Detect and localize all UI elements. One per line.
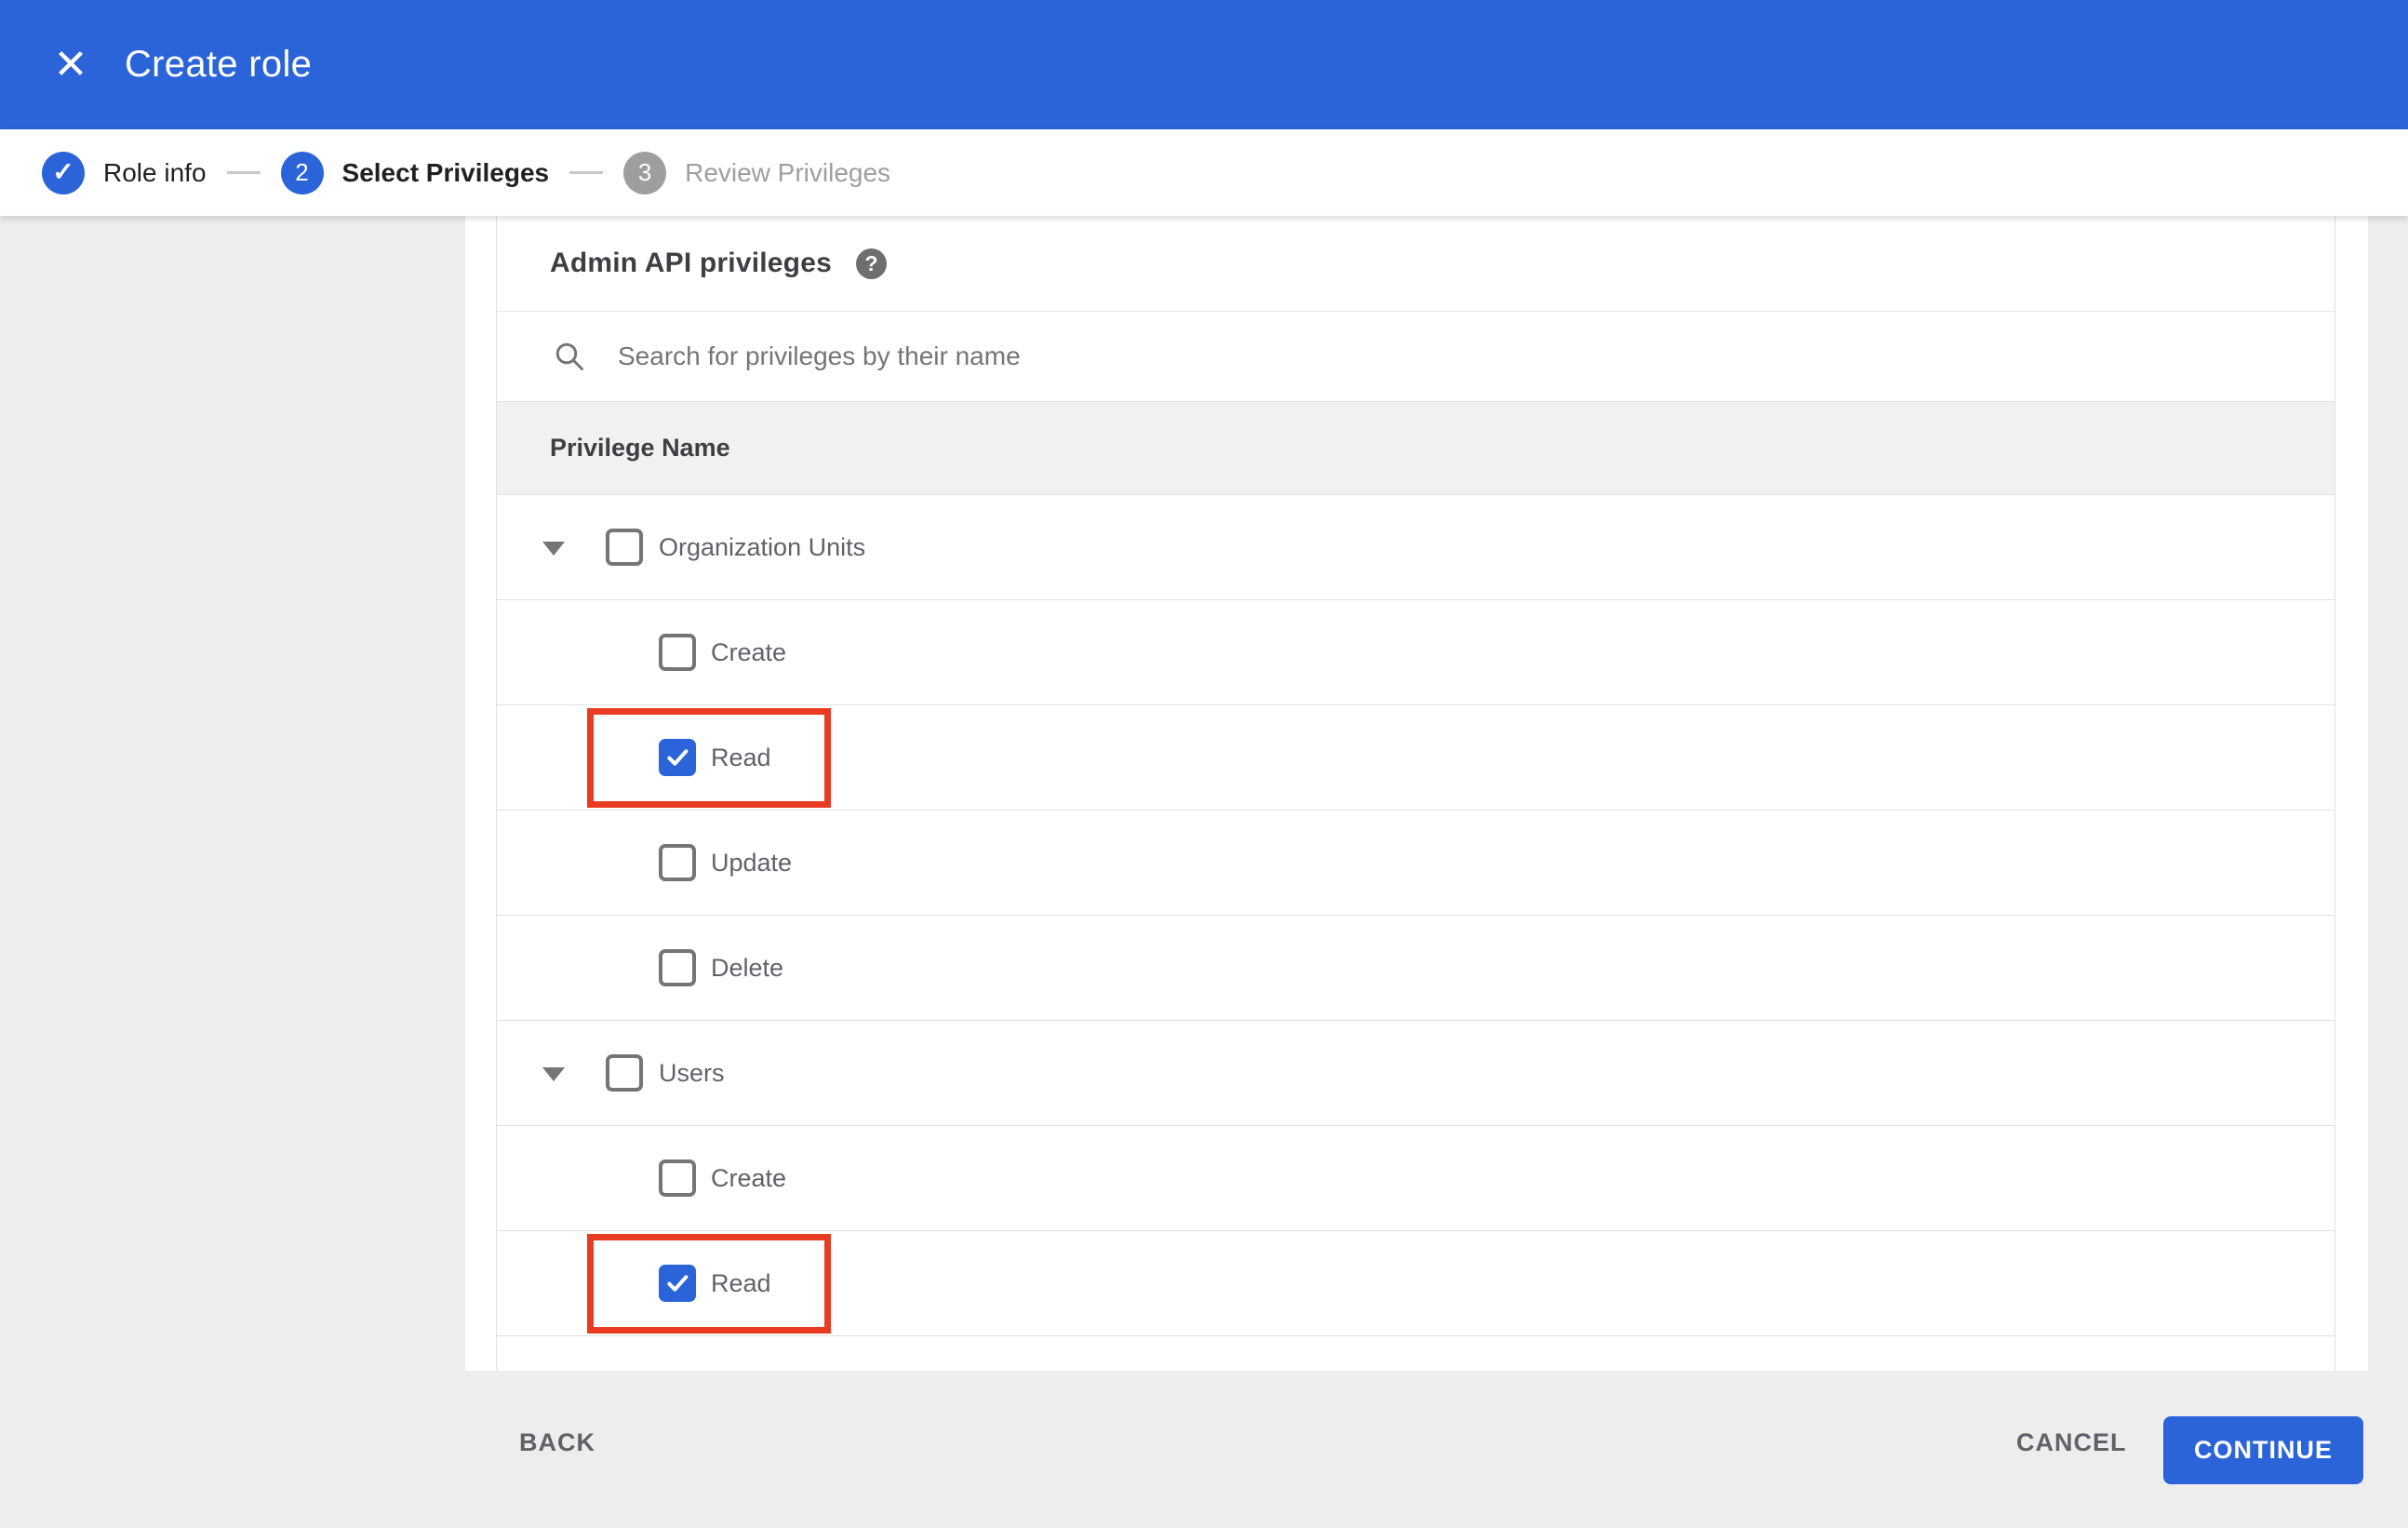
privileges-panel: Admin API privileges ? Privilege Name Or… <box>496 216 2335 1371</box>
privilege-row: Organization Units <box>497 495 2334 600</box>
privilege-checkbox[interactable] <box>659 1159 696 1197</box>
privilege-label: Read <box>711 1269 771 1297</box>
step-label: Role info <box>103 157 207 187</box>
privilege-checkbox[interactable] <box>659 1265 696 1302</box>
privilege-row: Read <box>497 1231 2334 1336</box>
expand-arrow-icon[interactable] <box>542 1067 565 1081</box>
privilege-label: Create <box>711 638 787 666</box>
privilege-checkbox[interactable] <box>659 634 696 671</box>
column-header-privilege-name: Privilege Name <box>550 434 730 462</box>
panel-heading: Admin API privileges <box>550 248 832 278</box>
highlight-box <box>587 708 831 808</box>
privilege-row: Delete <box>497 916 2334 1021</box>
checkmark-icon <box>667 1275 689 1292</box>
privilege-label: Read <box>711 744 771 771</box>
privilege-label: Delete <box>711 954 784 982</box>
help-glyph: ? <box>864 250 878 275</box>
step-review-privileges[interactable]: 3 Review Privileges <box>623 151 891 194</box>
privilege-row: Create <box>497 1126 2334 1231</box>
checkmark-icon <box>667 749 689 766</box>
continue-button[interactable]: CONTINUE <box>2163 1416 2363 1484</box>
privilege-label: Organization Units <box>659 533 866 561</box>
back-button[interactable]: BACK <box>519 1428 595 1457</box>
step-label: Review Privileges <box>685 157 891 187</box>
panel-heading-row: Admin API privileges ? <box>497 216 2334 312</box>
privilege-row: Users <box>497 1021 2334 1126</box>
step-number: 2 <box>295 158 309 186</box>
privilege-rows: Organization Units Create Read Update De… <box>497 495 2334 1336</box>
dialog-title: Create role <box>125 44 313 85</box>
expand-arrow-icon[interactable] <box>542 542 565 556</box>
footer-bar: BACK CANCEL CONTINUE <box>0 1371 2408 1528</box>
privilege-search-row <box>497 312 2334 402</box>
highlight-box <box>587 1234 831 1334</box>
step-connector <box>226 171 261 174</box>
dialog-titlebar: ✕ Create role <box>0 0 2408 129</box>
step-connector <box>569 171 604 174</box>
check-icon: ✓ <box>52 157 74 186</box>
step-label: Select Privileges <box>341 157 550 187</box>
step-select-privileges[interactable]: 2 Select Privileges <box>280 151 550 194</box>
close-button[interactable]: ✕ <box>45 39 97 91</box>
search-input[interactable] <box>618 342 1920 371</box>
privilege-checkbox[interactable] <box>659 949 696 986</box>
step-circle-current: 2 <box>280 151 324 194</box>
privilege-label: Update <box>711 849 793 877</box>
search-icon <box>553 340 586 373</box>
privilege-row: Create <box>497 600 2334 705</box>
cancel-button[interactable]: CANCEL <box>2016 1428 2127 1457</box>
privilege-checkbox[interactable] <box>659 844 696 881</box>
wizard-stepper: ✓ Role info 2 Select Privileges 3 Review… <box>0 129 2408 216</box>
column-header-row: Privilege Name <box>497 402 2334 495</box>
close-icon: ✕ <box>53 41 88 87</box>
step-circle-complete: ✓ <box>42 151 85 194</box>
privilege-label: Users <box>659 1059 725 1087</box>
step-role-info[interactable]: ✓ Role info <box>42 151 207 194</box>
privilege-row: Read <box>497 705 2334 811</box>
privilege-checkbox[interactable] <box>659 739 696 776</box>
privilege-label: Create <box>711 1164 787 1192</box>
step-circle-upcoming: 3 <box>623 151 667 194</box>
help-icon[interactable]: ? <box>855 248 887 279</box>
privilege-checkbox[interactable] <box>606 1054 643 1092</box>
privilege-row: Update <box>497 811 2334 916</box>
privilege-checkbox[interactable] <box>606 529 643 566</box>
step-number: 3 <box>637 158 652 186</box>
